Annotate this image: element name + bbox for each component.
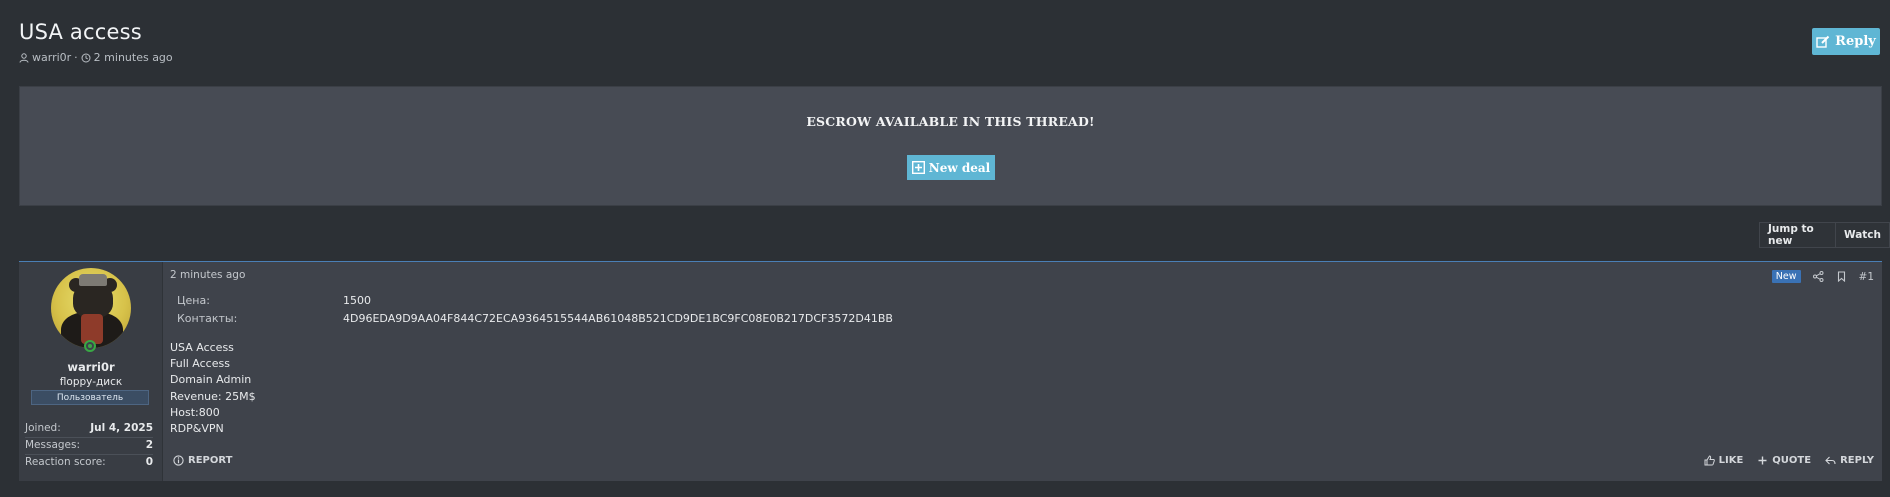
thread-title: USA access xyxy=(19,20,142,44)
thread-meta: warri0r · 2 minutes ago xyxy=(19,51,173,64)
edit-icon xyxy=(1816,35,1830,48)
online-status-icon xyxy=(84,340,96,352)
new-badge: New xyxy=(1771,270,1801,283)
report-label: REPORT xyxy=(188,455,233,466)
thread-author-link[interactable]: warri0r xyxy=(32,51,71,64)
plus-square-icon xyxy=(911,161,925,174)
post-line: Host:800 xyxy=(170,405,220,419)
post-body: USA Access Full Access Domain Admin Reve… xyxy=(170,340,256,437)
reply-arrow-icon xyxy=(1825,456,1836,465)
post-actions: New #1 xyxy=(1771,270,1874,283)
post-line: Domain Admin xyxy=(170,373,252,387)
quote-button[interactable]: QUOTE xyxy=(1757,455,1811,466)
stat-messages: Messages: 2 xyxy=(25,439,153,451)
post: warri0r floppy-диск Пользователь Joined:… xyxy=(19,261,1882,481)
post-line: RDP&VPN xyxy=(170,422,224,436)
like-button[interactable]: LIKE xyxy=(1704,455,1744,466)
jump-to-new-button[interactable]: Jump to new xyxy=(1760,223,1835,247)
user-banner: Пользователь xyxy=(31,390,149,405)
clock-icon xyxy=(81,53,91,62)
post-reply-label: REPLY xyxy=(1840,455,1874,466)
bookmark-icon[interactable] xyxy=(1836,271,1847,282)
escrow-title: ESCROW AVAILABLE IN THIS THREAD! xyxy=(806,114,1095,129)
new-deal-label: New deal xyxy=(928,160,991,175)
post-line: USA Access xyxy=(170,341,234,354)
post-username[interactable]: warri0r xyxy=(19,360,163,374)
plus-icon xyxy=(1758,456,1767,465)
post-line: Revenue: 25M$ xyxy=(170,389,256,403)
user-icon xyxy=(19,52,29,63)
watch-button[interactable]: Watch xyxy=(1834,223,1889,247)
meta-separator: · xyxy=(74,51,78,64)
stat-reaction-score: Reaction score: 0 xyxy=(25,456,153,468)
post-content: 2 minutes ago New #1 Цена: 1500 Контакты:… xyxy=(170,262,1882,481)
info-circle-icon xyxy=(173,455,184,466)
post-line: Full Access xyxy=(170,357,230,371)
thumbs-up-icon xyxy=(1704,455,1715,466)
avatar[interactable] xyxy=(51,268,131,348)
post-time-link[interactable]: 2 minutes ago xyxy=(170,269,245,281)
thread-nav-buttons: Jump to new Watch xyxy=(1759,222,1890,248)
report-button[interactable]: REPORT xyxy=(173,455,232,466)
like-label: LIKE xyxy=(1718,455,1744,466)
post-fields: Цена: 1500 Контакты: 4D96EDA9D9AA04F844C72… xyxy=(177,291,893,327)
quote-label: QUOTE xyxy=(1772,455,1812,466)
post-footer-actions: LIKE QUOTE REPLY xyxy=(1704,455,1874,466)
escrow-notice: ESCROW AVAILABLE IN THIS THREAD! New dea… xyxy=(19,86,1882,206)
field-price: Цена: 1500 xyxy=(177,293,371,307)
reply-button-label: Reply xyxy=(1835,34,1876,49)
post-reply-button[interactable]: REPLY xyxy=(1825,455,1874,466)
share-icon[interactable] xyxy=(1812,271,1824,282)
post-user-pane: warri0r floppy-диск Пользователь Joined:… xyxy=(19,262,163,481)
stat-joined: Joined: Jul 4, 2025 xyxy=(25,422,153,434)
new-deal-button[interactable]: New deal xyxy=(907,155,995,180)
user-title: floppy-диск xyxy=(59,376,123,388)
post-number-link[interactable]: #1 xyxy=(1859,271,1874,283)
field-contacts: Контакты: 4D96EDA9D9AA04F844C72ECA9364515… xyxy=(177,311,893,325)
reply-button[interactable]: Reply xyxy=(1812,28,1880,55)
thread-time-link[interactable]: 2 minutes ago xyxy=(94,51,173,64)
